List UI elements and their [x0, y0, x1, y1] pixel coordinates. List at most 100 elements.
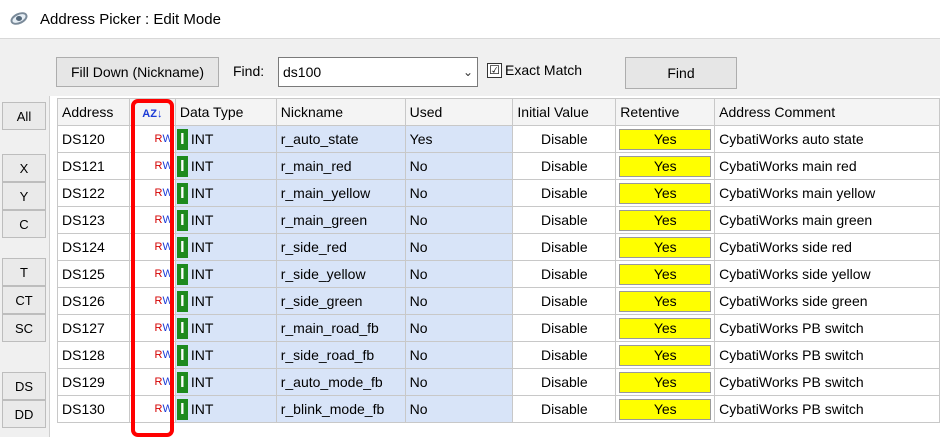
table-row[interactable]: DS121 R W I INT r_main_red No Disable Yes CybatiW…	[57, 152, 940, 180]
retentive-value[interactable]: Yes	[619, 263, 712, 285]
find-button[interactable]: Find	[625, 57, 737, 89]
data-type-cell[interactable]: I INT	[174, 341, 277, 369]
initial-value-cell[interactable]: Disable	[512, 287, 617, 315]
address-cell[interactable]: DS120	[57, 125, 130, 153]
nickname-cell[interactable]: r_main_yellow	[275, 179, 406, 207]
data-type-cell[interactable]: I INT	[174, 395, 277, 423]
initial-value-cell[interactable]: Disable	[512, 206, 617, 234]
address-comment-cell[interactable]: CybatiWorks main yellow	[714, 179, 940, 207]
initial-value-cell[interactable]: Disable	[512, 341, 617, 369]
retentive-value[interactable]: Yes	[619, 344, 712, 366]
data-type-cell[interactable]: I INT	[174, 179, 277, 207]
nickname-cell[interactable]: r_auto_state	[275, 125, 406, 153]
nickname-cell[interactable]: r_side_green	[275, 287, 406, 315]
table-row[interactable]: DS130 R W I INT r_blink_mode_fb No Disable Yes Cy…	[57, 395, 940, 423]
column-header-data-type[interactable]: Data Type	[174, 98, 277, 126]
retentive-cell[interactable]: Yes	[615, 287, 716, 315]
table-row[interactable]: DS129 R W I INT r_auto_mode_fb No Disable Yes Cyb…	[57, 368, 940, 396]
initial-value-cell[interactable]: Disable	[512, 179, 617, 207]
column-header-sort[interactable]: AZ↓	[128, 98, 176, 126]
nickname-cell[interactable]: r_side_yellow	[275, 260, 406, 288]
filter-y-button[interactable]: Y	[2, 182, 46, 210]
nickname-cell[interactable]: r_main_road_fb	[275, 314, 406, 342]
initial-value-cell[interactable]: Disable	[512, 152, 617, 180]
retentive-value[interactable]: Yes	[619, 398, 712, 420]
filter-dd-button[interactable]: DD	[2, 400, 46, 428]
rw-cell[interactable]: RW	[128, 125, 176, 153]
retentive-cell[interactable]: Yes	[615, 233, 716, 261]
retentive-cell[interactable]: Yes	[615, 260, 716, 288]
retentive-cell[interactable]: Yes	[615, 152, 716, 180]
retentive-cell[interactable]: Yes	[615, 206, 716, 234]
retentive-value[interactable]: Yes	[619, 371, 712, 393]
data-type-cell[interactable]: I INT	[174, 368, 277, 396]
column-header-address[interactable]: Address	[57, 98, 130, 126]
data-type-cell[interactable]: I INT	[174, 152, 277, 180]
address-cell[interactable]: DS129	[57, 368, 130, 396]
nickname-cell[interactable]: r_side_red	[275, 233, 406, 261]
address-cell[interactable]: DS128	[57, 341, 130, 369]
retentive-value[interactable]: Yes	[619, 155, 712, 177]
retentive-cell[interactable]: Yes	[615, 125, 716, 153]
column-header-address-comment[interactable]: Address Comment	[714, 98, 940, 126]
chevron-down-icon[interactable]: ⌄	[459, 65, 477, 79]
data-type-cell[interactable]: I INT	[174, 260, 277, 288]
address-cell[interactable]: DS126	[57, 287, 130, 315]
filter-ds-button[interactable]: DS	[2, 372, 46, 400]
data-type-cell[interactable]: I INT	[174, 314, 277, 342]
address-comment-cell[interactable]: CybatiWorks side red	[714, 233, 940, 261]
address-cell[interactable]: DS124	[57, 233, 130, 261]
rw-cell[interactable]: RW	[128, 368, 176, 396]
address-cell[interactable]: DS125	[57, 260, 130, 288]
rw-cell[interactable]: RW	[128, 152, 176, 180]
retentive-value[interactable]: Yes	[619, 236, 712, 258]
retentive-value[interactable]: Yes	[619, 128, 712, 150]
filter-ct-button[interactable]: CT	[2, 286, 46, 314]
table-row[interactable]: DS124 R W I INT r_side_red No Disable Yes CybatiW…	[57, 233, 940, 261]
fill-down-button[interactable]: Fill Down (Nickname)	[56, 57, 219, 87]
column-header-initial-value[interactable]: Initial Value	[512, 98, 617, 126]
retentive-value[interactable]: Yes	[619, 182, 712, 204]
retentive-cell[interactable]: Yes	[615, 395, 716, 423]
address-comment-cell[interactable]: CybatiWorks side green	[714, 287, 940, 315]
address-cell[interactable]: DS122	[57, 179, 130, 207]
initial-value-cell[interactable]: Disable	[512, 125, 617, 153]
retentive-cell[interactable]: Yes	[615, 341, 716, 369]
initial-value-cell[interactable]: Disable	[512, 233, 617, 261]
nickname-cell[interactable]: r_side_road_fb	[275, 341, 406, 369]
rw-cell[interactable]: RW	[128, 179, 176, 207]
retentive-cell[interactable]: Yes	[615, 314, 716, 342]
find-combo[interactable]: ds100 ⌄	[278, 57, 478, 87]
table-row[interactable]: DS120 R W I INT r_auto_state Yes Disable Yes Cyba…	[57, 125, 940, 153]
address-comment-cell[interactable]: CybatiWorks PB switch	[714, 395, 940, 423]
data-type-cell[interactable]: I INT	[174, 287, 277, 315]
filter-sc-button[interactable]: SC	[2, 314, 46, 342]
address-cell[interactable]: DS121	[57, 152, 130, 180]
rw-cell[interactable]: RW	[128, 395, 176, 423]
address-comment-cell[interactable]: CybatiWorks auto state	[714, 125, 940, 153]
retentive-value[interactable]: Yes	[619, 317, 712, 339]
nickname-cell[interactable]: r_main_green	[275, 206, 406, 234]
retentive-cell[interactable]: Yes	[615, 179, 716, 207]
table-row[interactable]: DS128 R W I INT r_side_road_fb No Disable Yes Cyb…	[57, 341, 940, 369]
checkbox-icon[interactable]: ☑	[487, 62, 502, 78]
rw-cell[interactable]: RW	[128, 206, 176, 234]
initial-value-cell[interactable]: Disable	[512, 314, 617, 342]
table-row[interactable]: DS126 R W I INT r_side_green No Disable Yes Cybat…	[57, 287, 940, 315]
table-row[interactable]: DS125 R W I INT r_side_yellow No Disable Yes Cyba…	[57, 260, 940, 288]
data-type-cell[interactable]: I INT	[174, 125, 277, 153]
filter-c-button[interactable]: C	[2, 210, 46, 238]
filter-all-button[interactable]: All	[2, 102, 46, 130]
address-cell[interactable]: DS130	[57, 395, 130, 423]
initial-value-cell[interactable]: Disable	[512, 368, 617, 396]
sort-az-icon[interactable]: AZ↓	[142, 109, 162, 120]
column-header-used[interactable]: Used	[404, 98, 514, 126]
address-cell[interactable]: DS127	[57, 314, 130, 342]
rw-cell[interactable]: RW	[128, 314, 176, 342]
nickname-cell[interactable]: r_blink_mode_fb	[275, 395, 406, 423]
filter-x-button[interactable]: X	[2, 154, 46, 182]
column-header-retentive[interactable]: Retentive	[615, 98, 716, 126]
address-comment-cell[interactable]: CybatiWorks PB switch	[714, 341, 940, 369]
data-type-cell[interactable]: I INT	[174, 206, 277, 234]
data-type-cell[interactable]: I INT	[174, 233, 277, 261]
